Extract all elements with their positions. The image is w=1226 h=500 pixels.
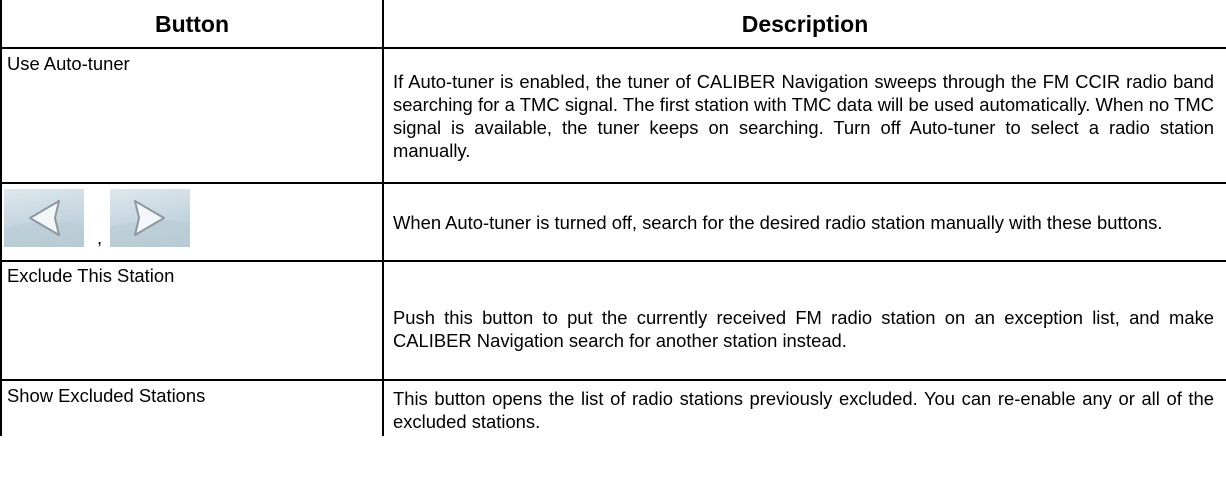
- table-row: , When Auto-tuner is turned off, search …: [0, 182, 1226, 262]
- button-name-cell: Exclude This Station: [0, 260, 384, 381]
- button-icons-cell: ,: [0, 182, 384, 262]
- description-cell: Push this button to put the currently re…: [382, 260, 1226, 381]
- description-cell: This button opens the list of radio stat…: [382, 379, 1226, 436]
- description-cell: When Auto-tuner is turned off, search fo…: [382, 182, 1226, 262]
- header-description: Description: [382, 0, 1226, 49]
- arrow-buttons-group: ,: [4, 184, 382, 258]
- description-cell: If Auto-tuner is enabled, the tuner of C…: [382, 47, 1226, 184]
- icon-separator: ,: [97, 227, 103, 248]
- button-description-table: Button Description Use Auto-tuner If Aut…: [0, 0, 1226, 436]
- arrow-left-icon: [4, 189, 84, 247]
- table-header-row: Button Description: [0, 0, 1226, 49]
- table-row: Exclude This Station Push this button to…: [0, 260, 1226, 381]
- header-button: Button: [0, 0, 384, 49]
- table-row: Show Excluded Stations This button opens…: [0, 379, 1226, 436]
- button-name-cell: Use Auto-tuner: [0, 47, 384, 184]
- table-row: Use Auto-tuner If Auto-tuner is enabled,…: [0, 47, 1226, 184]
- button-name-cell: Show Excluded Stations: [0, 379, 384, 436]
- arrow-right-icon: [110, 189, 190, 247]
